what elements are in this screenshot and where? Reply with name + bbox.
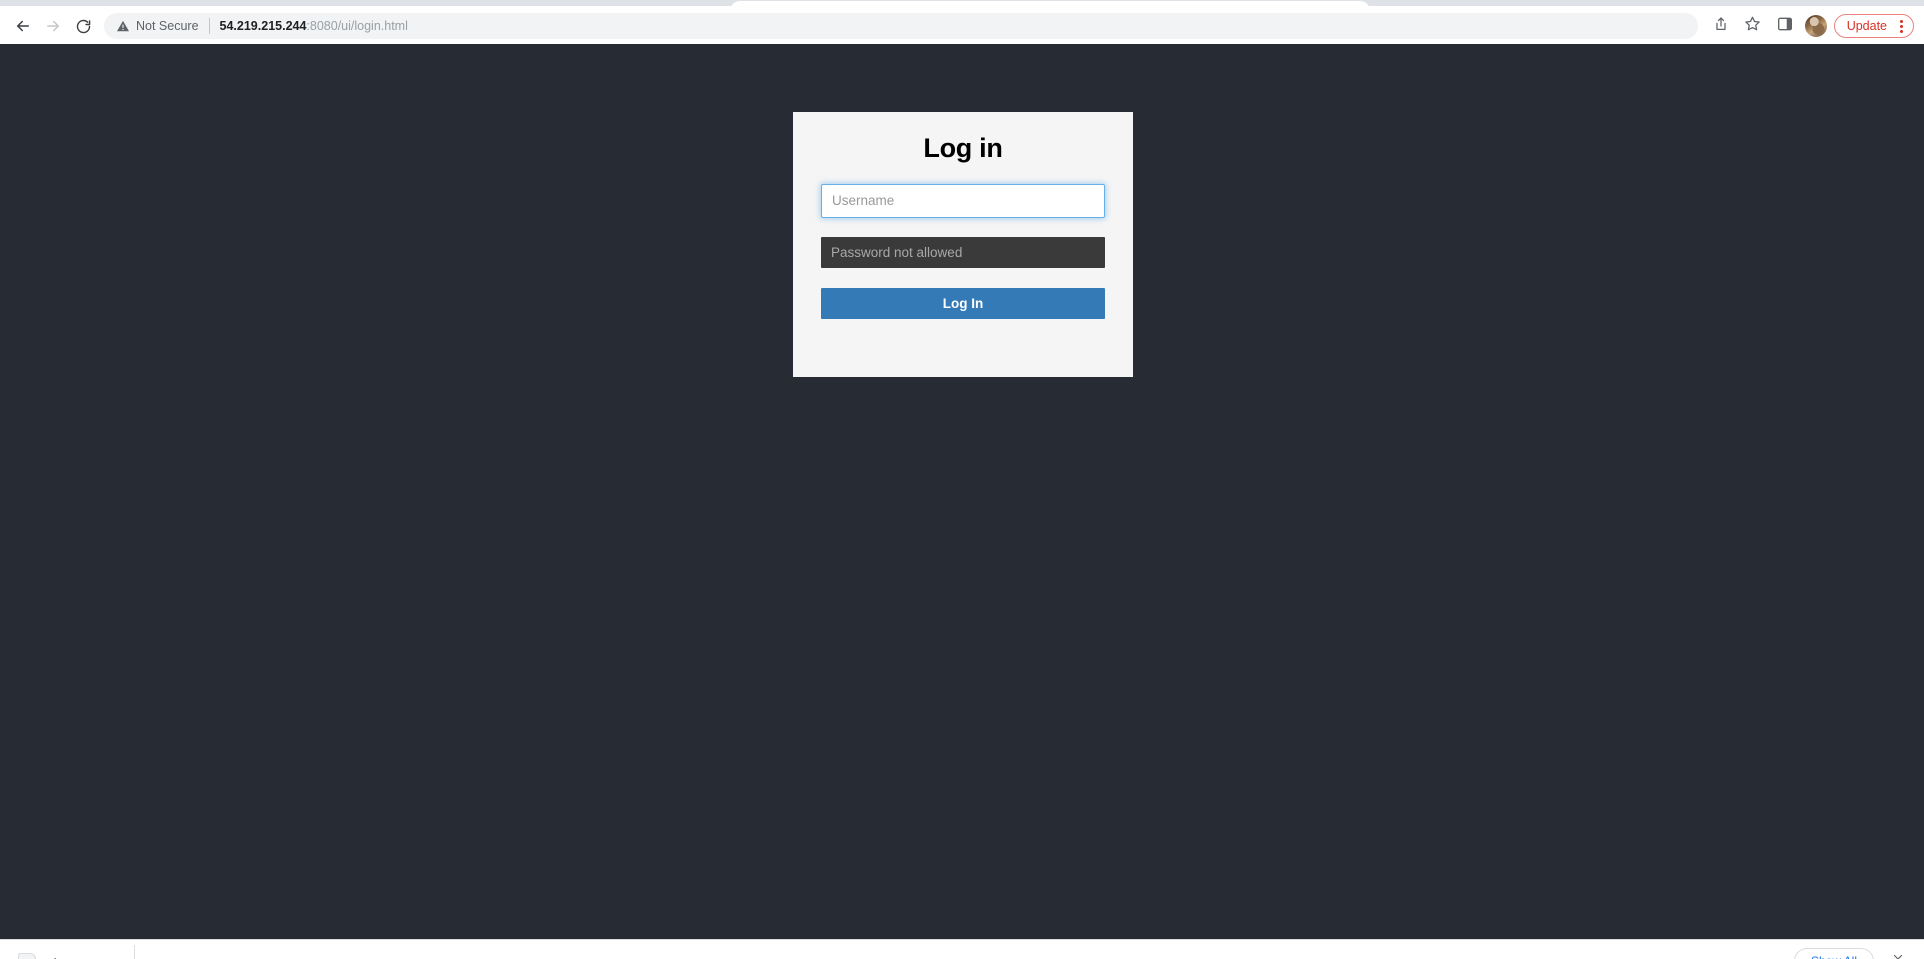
star-icon (1744, 15, 1761, 37)
share-icon (1713, 16, 1729, 37)
url-text: 54.219.215.244:8080/ui/login.html (220, 19, 408, 33)
downloads-bar: dataset.csv Show All (0, 939, 1924, 959)
update-label: Update (1846, 19, 1887, 33)
browser-window: Not Secure 54.219.215.244:8080/ui/login.… (0, 0, 1924, 959)
arrow-left-icon (14, 17, 32, 35)
sidebar-toggle-button[interactable] (1770, 11, 1800, 41)
show-all-label: Show All (1811, 954, 1857, 959)
toolbar-actions: Update (1706, 11, 1914, 41)
close-icon (1892, 952, 1904, 959)
show-all-downloads-button[interactable]: Show All (1793, 947, 1874, 959)
kebab-menu-icon[interactable] (1893, 17, 1909, 35)
security-label: Not Secure (136, 19, 199, 33)
profile-avatar[interactable] (1804, 15, 1827, 37)
downloads-divider (134, 944, 136, 959)
download-item[interactable]: dataset.csv (18, 952, 108, 959)
back-button[interactable] (8, 11, 38, 41)
omnibox-divider (208, 18, 210, 34)
username-input[interactable] (821, 183, 1105, 218)
close-downloads-bar-button[interactable] (1886, 949, 1910, 959)
page-title: Log in (923, 133, 1003, 163)
browser-toolbar: Not Secure 54.219.215.244:8080/ui/login.… (0, 8, 1924, 44)
file-icon (18, 952, 36, 959)
url-host: 54.219.215.244 (219, 19, 307, 33)
forward-button (38, 11, 68, 41)
share-button[interactable] (1706, 11, 1736, 41)
reload-icon (75, 18, 92, 35)
update-button[interactable]: Update (1833, 14, 1914, 38)
url-path: :8080/ui/login.html (306, 19, 408, 33)
site-security-chip[interactable]: Not Secure (116, 19, 199, 33)
arrow-right-icon (44, 17, 62, 35)
password-field-disabled: Password not allowed (821, 236, 1105, 268)
warning-triangle-icon (116, 19, 130, 33)
login-card: Log in Password not allowed Log In (793, 112, 1133, 377)
reload-button[interactable] (68, 11, 98, 41)
bookmark-button[interactable] (1738, 11, 1768, 41)
sidebar-panel-icon (1777, 16, 1793, 37)
password-disabled-label: Password not allowed (831, 244, 963, 260)
page-viewport: Log in Password not allowed Log In datas… (0, 44, 1924, 959)
login-button[interactable]: Log In (821, 287, 1105, 319)
tab-strip (0, 0, 1924, 8)
address-bar[interactable]: Not Secure 54.219.215.244:8080/ui/login.… (104, 13, 1698, 39)
